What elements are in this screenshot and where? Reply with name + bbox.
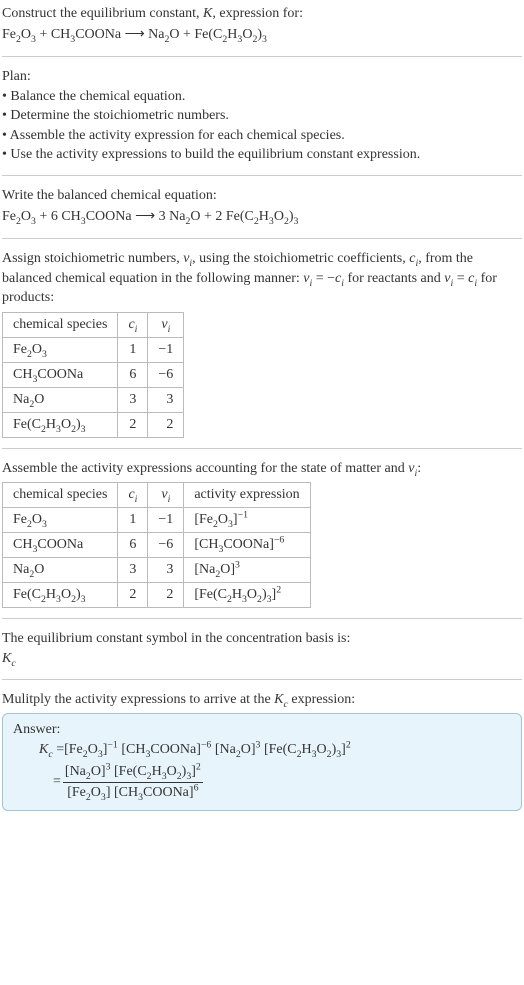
cell-activity: [Na2O]3: [184, 558, 310, 583]
cell-vi: −1: [148, 337, 184, 362]
plan-list: Balance the chemical equation. Determine…: [2, 87, 522, 165]
page: Construct the equilibrium constant, K, e…: [0, 0, 524, 825]
kc-expression-line1: Kc = [Fe2O3]−1 [CH3COONa]−6 [Na2O]3 [Fe(…: [39, 742, 511, 758]
cell-vi: −6: [148, 533, 184, 558]
th-vi: νi: [148, 312, 184, 337]
plan-title: Plan:: [2, 67, 522, 87]
cell-ci: 1: [118, 337, 148, 362]
cell-species: Na2O: [3, 558, 118, 583]
table-row: Na2O 3 3: [3, 387, 184, 412]
divider: [2, 618, 522, 619]
kc-symbol-block: The equilibrium constant symbol in the c…: [2, 629, 522, 668]
cell-ci: 3: [118, 387, 148, 412]
question-line-1: Construct the equilibrium constant, K, e…: [2, 4, 522, 24]
question-posttext: , expression for:: [212, 6, 303, 21]
balanced-title: Write the balanced chemical equation:: [2, 186, 522, 206]
activity-table: chemical species ci νi activity expressi…: [2, 482, 311, 608]
assign-text: Assign stoichiometric numbers, νi, using…: [2, 249, 522, 308]
kc-symbol: Kc: [2, 649, 522, 669]
table-row: Na2O 3 3 [Na2O]3: [3, 558, 311, 583]
divider: [2, 175, 522, 176]
cell-species: Na2O: [3, 387, 118, 412]
cell-species: Fe2O3: [3, 508, 118, 533]
th-ci: ci: [118, 483, 148, 508]
cell-vi: 3: [148, 387, 184, 412]
cell-ci: 2: [118, 412, 148, 437]
balanced-equation: Fe2O3 + 6 CH3COONa ⟶ 3 Na2O + 2 Fe(C2H3O…: [2, 206, 522, 228]
table-header-row: chemical species ci νi activity expressi…: [3, 483, 311, 508]
th-activity: activity expression: [184, 483, 310, 508]
assign-block: Assign stoichiometric numbers, νi, using…: [2, 249, 522, 438]
unbalanced-equation: Fe2O3 + CH3COONa ⟶ Na2O + Fe(C2H3O2)3: [2, 24, 522, 46]
table-header-row: chemical species ci νi: [3, 312, 184, 337]
multiply-block: Mulitply the activity expressions to arr…: [2, 690, 522, 812]
cell-activity: [Fe(C2H3O2)3]2: [184, 583, 310, 608]
kc-product: [Fe2O3]−1 [CH3COONa]−6 [Na2O]3 [Fe(C2H3O…: [64, 742, 351, 758]
th-species: chemical species: [3, 312, 118, 337]
cell-ci: 6: [118, 533, 148, 558]
cell-activity: [Fe2O3]−1: [184, 508, 310, 533]
cell-vi: −1: [148, 508, 184, 533]
th-ci: ci: [118, 312, 148, 337]
th-species: chemical species: [3, 483, 118, 508]
kc-denominator: [Fe2O3] [CH3COONa]6: [65, 783, 200, 803]
cell-vi: −6: [148, 362, 184, 387]
table-row: CH3COONa 6 −6 [CH3COONa]−6: [3, 533, 311, 558]
cell-vi: 2: [148, 583, 184, 608]
cell-vi: 2: [148, 412, 184, 437]
cell-species: CH3COONa: [3, 362, 118, 387]
cell-species: CH3COONa: [3, 533, 118, 558]
activity-text: Assemble the activity expressions accoun…: [2, 459, 522, 479]
cell-ci: 2: [118, 583, 148, 608]
cell-species: Fe2O3: [3, 337, 118, 362]
divider: [2, 679, 522, 680]
cell-ci: 3: [118, 558, 148, 583]
cell-species: Fe(C2H3O2)3: [3, 583, 118, 608]
table-row: Fe2O3 1 −1: [3, 337, 184, 362]
cell-ci: 1: [118, 508, 148, 533]
question-block: Construct the equilibrium constant, K, e…: [2, 4, 522, 46]
kc-symbol-text: The equilibrium constant symbol in the c…: [2, 629, 522, 649]
kc-fraction: [Na2O]3 [Fe(C2H3O2)3]2 [Fe2O3] [CH3COONa…: [63, 762, 203, 802]
multiply-text: Mulitply the activity expressions to arr…: [2, 690, 522, 710]
cell-species: Fe(C2H3O2)3: [3, 412, 118, 437]
table-row: Fe2O3 1 −1 [Fe2O3]−1: [3, 508, 311, 533]
kc-equals: =: [53, 774, 61, 790]
divider: [2, 238, 522, 239]
plan-item: Assemble the activity expression for eac…: [2, 126, 522, 146]
plan-item: Use the activity expressions to build th…: [2, 145, 522, 165]
balanced-block: Write the balanced chemical equation: Fe…: [2, 186, 522, 228]
stoich-table: chemical species ci νi Fe2O3 1 −1 CH3COO…: [2, 312, 184, 438]
plan-item: Balance the chemical equation.: [2, 87, 522, 107]
k-symbol: K: [203, 6, 212, 21]
divider: [2, 448, 522, 449]
kc-lhs: Kc =: [39, 742, 64, 758]
cell-vi: 3: [148, 558, 184, 583]
divider: [2, 56, 522, 57]
kc-numerator: [Na2O]3 [Fe(C2H3O2)3]2: [63, 762, 203, 783]
th-vi: νi: [148, 483, 184, 508]
plan-item: Determine the stoichiometric numbers.: [2, 106, 522, 126]
cell-activity: [CH3COONa]−6: [184, 533, 310, 558]
answer-label: Answer:: [13, 722, 511, 738]
activity-block: Assemble the activity expressions accoun…: [2, 459, 522, 609]
kc-expression-line2: = [Na2O]3 [Fe(C2H3O2)3]2 [Fe2O3] [CH3COO…: [53, 762, 511, 802]
table-row: Fe(C2H3O2)3 2 2 [Fe(C2H3O2)3]2: [3, 583, 311, 608]
question-pretext: Construct the equilibrium constant,: [2, 6, 203, 21]
cell-ci: 6: [118, 362, 148, 387]
answer-box: Answer: Kc = [Fe2O3]−1 [CH3COONa]−6 [Na2…: [2, 713, 522, 811]
plan-block: Plan: Balance the chemical equation. Det…: [2, 67, 522, 165]
table-row: Fe(C2H3O2)3 2 2: [3, 412, 184, 437]
table-row: CH3COONa 6 −6: [3, 362, 184, 387]
